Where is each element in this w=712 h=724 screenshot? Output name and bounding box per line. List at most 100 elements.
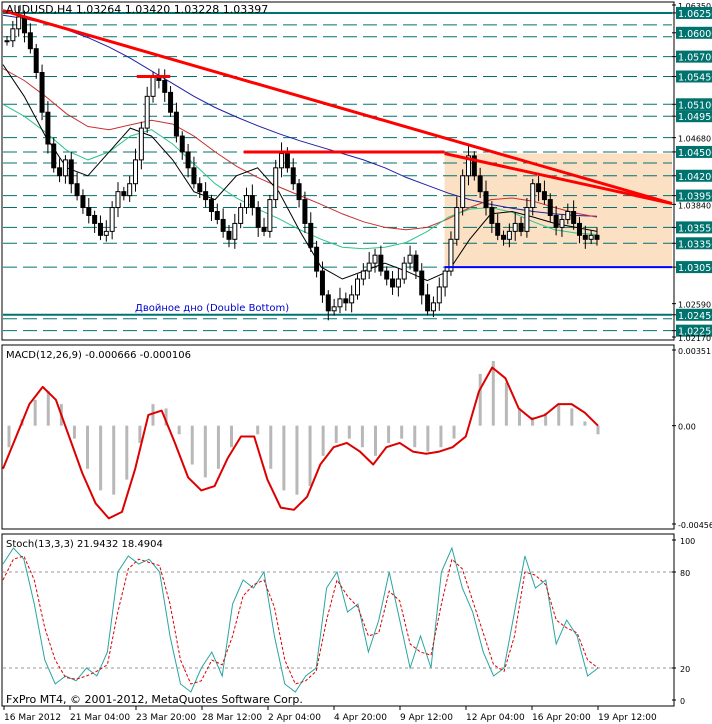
candle-body: [354, 278, 360, 296]
chart-background: [0, 0, 712, 724]
candle-body: [366, 262, 372, 272]
candle-body: [220, 218, 226, 232]
candle-body: [524, 207, 530, 232]
time-tick-label-4: 2 Apr 04:00: [268, 713, 321, 723]
candle-body: [238, 207, 244, 224]
candle-body: [150, 75, 156, 97]
candle-body: [39, 72, 45, 113]
candle-body: [541, 191, 547, 201]
candle-body: [74, 183, 80, 197]
price-tick-label-10: 1.03840: [678, 201, 711, 210]
candle-body: [576, 222, 582, 236]
price-tick-label-18: 1.02170: [678, 334, 711, 343]
candle-body: [16, 16, 22, 30]
price-tick-label-12: 1.03550: [678, 223, 712, 234]
candle-body: [483, 191, 489, 209]
macd-tick-label-2: -0.00456: [678, 521, 712, 530]
candle-body: [360, 270, 366, 280]
price-tick-label-9: 1.04200: [678, 172, 712, 183]
macd-tick-label-0: 0.00351: [678, 347, 711, 356]
candle-body: [255, 207, 261, 228]
candle-body: [337, 298, 343, 308]
price-tick-label-3: 1.05700: [678, 53, 712, 64]
candle-body: [284, 153, 290, 169]
candle-body: [121, 191, 127, 197]
candle-body: [226, 230, 232, 240]
candle-body: [442, 270, 448, 288]
candle-body: [4, 40, 10, 43]
candle-body: [536, 183, 542, 193]
candle-body: [92, 214, 98, 224]
candle-body: [57, 167, 63, 177]
candle-body: [547, 199, 553, 216]
candle-body: [430, 302, 436, 312]
macd-tick-label-1: 0.00: [678, 423, 696, 432]
price-tick-label-8: 1.04500: [678, 148, 712, 159]
candle-body: [162, 79, 168, 93]
candle-body: [594, 234, 600, 240]
candle-body: [588, 234, 594, 240]
candle-body: [419, 270, 425, 296]
candle-body: [390, 278, 396, 288]
candle-body: [582, 234, 588, 240]
candle-body: [384, 270, 390, 280]
time-tick-label-9: 19 Apr 12:00: [598, 713, 657, 723]
candle-body: [109, 207, 115, 232]
copyright-text: FxPro MT4, © 2001-2012, MetaQuotes Softw…: [6, 693, 303, 706]
candle-body: [197, 183, 203, 193]
candle-body: [401, 262, 407, 280]
candle-body: [267, 199, 273, 232]
candle-body: [436, 286, 442, 304]
symbol-info: AUDUSD,H4 1.03264 1.03420 1.03228 1.0339…: [6, 3, 268, 16]
candle-body: [343, 298, 349, 304]
candle-body: [232, 222, 238, 240]
candle-body: [249, 195, 255, 209]
time-tick-label-0: 16 Mar 2012: [4, 713, 61, 723]
price-tick-label-15: 1.02590: [678, 301, 711, 310]
candle-body: [279, 153, 285, 169]
time-tick-label-1: 21 Mar 04:00: [70, 713, 130, 723]
candle-body: [302, 199, 308, 224]
candle-body: [97, 222, 103, 236]
candle-body: [115, 191, 121, 209]
candle-body: [133, 159, 139, 185]
double-bottom-annotation: Двойное дно (Double Bottom): [135, 303, 289, 314]
candle-body: [565, 211, 571, 220]
price-tick-label-13: 1.03350: [678, 239, 712, 250]
price-tick-label-6: 1.04950: [678, 112, 712, 123]
candle-body: [138, 127, 144, 161]
candle-body: [22, 16, 28, 34]
candle-body: [559, 218, 565, 228]
candle-body: [168, 91, 174, 113]
time-tick-label-7: 12 Apr 04:00: [466, 713, 525, 723]
candle-body: [80, 195, 86, 209]
candle-body: [290, 167, 296, 185]
macd-title: MACD(12,26,9) -0.000666 -0.000106: [6, 350, 191, 361]
candle-body: [325, 294, 331, 312]
candle-body: [454, 207, 460, 240]
candle-body: [571, 211, 577, 224]
candle-body: [495, 222, 501, 236]
candle-body: [372, 254, 378, 264]
candle-body: [296, 183, 302, 201]
candle-body: [173, 111, 179, 137]
candle-body: [395, 278, 401, 288]
candle-body: [273, 167, 279, 201]
candle-body: [477, 175, 483, 193]
price-tick-label-11: 1.03950: [678, 192, 712, 203]
stoch-title: Stoch(13,3,3) 21.9432 18.4904: [6, 539, 163, 550]
stoch-tick-label-0: 100: [680, 537, 695, 546]
candle-body: [51, 143, 57, 169]
candle-body: [512, 222, 518, 232]
candle-body: [179, 135, 185, 153]
time-tick-label-2: 23 Mar 20:00: [136, 713, 196, 723]
trading-chart-window: AUDUSD,H4 1.03264 1.03420 1.03228 1.0339…: [0, 0, 712, 724]
candle-body: [460, 175, 466, 209]
candle-body: [407, 254, 413, 264]
candle-body: [518, 222, 524, 232]
stoch-tick-label-3: 0: [680, 697, 685, 706]
stoch-tick-label-1: 80: [680, 569, 690, 578]
candle-body: [33, 48, 39, 74]
candle-body: [244, 195, 250, 209]
candle-body: [62, 159, 68, 177]
